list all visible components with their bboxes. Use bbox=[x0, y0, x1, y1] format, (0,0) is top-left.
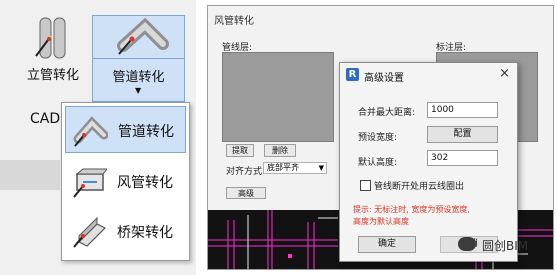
cloud-mark-label: 管线断开处用云线圈出 bbox=[374, 182, 465, 192]
pipe-layer-list[interactable] bbox=[222, 52, 334, 142]
ribbon-panel: 立管转化 管道转化 ▼ CAD 管道转化 风管转化 桥架转化 bbox=[0, 0, 196, 275]
split-button-separator bbox=[93, 58, 184, 59]
pipe-convert-label: 管道转化 bbox=[112, 70, 165, 85]
merge-distance-input[interactable]: 1000 bbox=[427, 102, 498, 118]
chevron-down-icon: ▼ bbox=[318, 164, 324, 172]
dropdown-item-duct-convert[interactable]: 风管转化 bbox=[65, 158, 186, 205]
chevron-down-icon[interactable]: ▼ bbox=[135, 86, 141, 95]
watermark: 圆创BIM bbox=[458, 235, 543, 255]
dropdown-item-pipe-convert[interactable]: 管道转化 bbox=[65, 106, 186, 153]
dropdown-item-label: 管道转化 bbox=[118, 124, 174, 140]
image-divider bbox=[196, 0, 207, 275]
pipe-convert-icon bbox=[73, 116, 108, 147]
advanced-settings-dialog: R 高级设置 × 合并最大距离: 1000 预设宽度: 配置 默认高度: 302… bbox=[339, 62, 518, 262]
revit-logo-icon: R bbox=[346, 68, 359, 81]
hint-text-line2: 高度为默认高度 bbox=[353, 217, 409, 226]
config-button[interactable]: 配置 bbox=[427, 126, 498, 143]
ok-button[interactable]: 确定 bbox=[358, 236, 416, 253]
cad-label: CAD bbox=[30, 111, 61, 127]
pipe-bend-icon bbox=[117, 17, 169, 55]
advanced-button[interactable]: 高级 bbox=[226, 187, 266, 199]
wechat-icon bbox=[458, 237, 476, 251]
dropdown-item-label: 桥架转化 bbox=[117, 225, 173, 241]
watermark-text: 圆创BIM bbox=[482, 239, 529, 253]
cloud-mark-checkbox[interactable] bbox=[360, 180, 371, 191]
preset-width-label: 预设宽度: bbox=[358, 133, 398, 143]
convert-dropdown-menu: 管道转化 风管转化 桥架转化 bbox=[61, 102, 190, 261]
dropdown-item-cable-tray-convert[interactable]: 桥架转化 bbox=[65, 208, 186, 255]
cable-tray-convert-icon bbox=[73, 216, 107, 248]
vertical-pipe-icon bbox=[35, 17, 66, 59]
pick-button[interactable]: 提取 bbox=[226, 144, 254, 157]
hint-text-line1: 提示: 无标注时, 宽度为预设宽度, bbox=[353, 205, 470, 214]
dialog-title: 风管转化 bbox=[214, 16, 254, 27]
dialog-title: 高级设置 bbox=[364, 73, 404, 84]
merge-distance-label: 合并最大距离: bbox=[358, 108, 416, 118]
align-label: 对齐方式: bbox=[226, 167, 266, 177]
default-height-label: 默认高度: bbox=[358, 158, 398, 168]
dropdown-item-label: 风管转化 bbox=[117, 175, 173, 191]
vertical-pipe-label: 立管转化 bbox=[26, 68, 79, 83]
default-height-input[interactable]: 302 bbox=[427, 150, 498, 166]
close-icon[interactable]: × bbox=[499, 66, 510, 81]
duct-convert-icon bbox=[73, 168, 107, 198]
align-select-value: 底部平齐 bbox=[267, 163, 299, 172]
ribbon-lower-strip bbox=[0, 160, 60, 190]
pipe-convert-button[interactable]: 管道转化 ▼ bbox=[92, 15, 185, 102]
vertical-pipe-convert-button[interactable]: 立管转化 bbox=[14, 12, 92, 102]
align-select[interactable]: 底部平齐 ▼ bbox=[263, 162, 327, 174]
delete-button[interactable]: 删除 bbox=[264, 144, 296, 157]
